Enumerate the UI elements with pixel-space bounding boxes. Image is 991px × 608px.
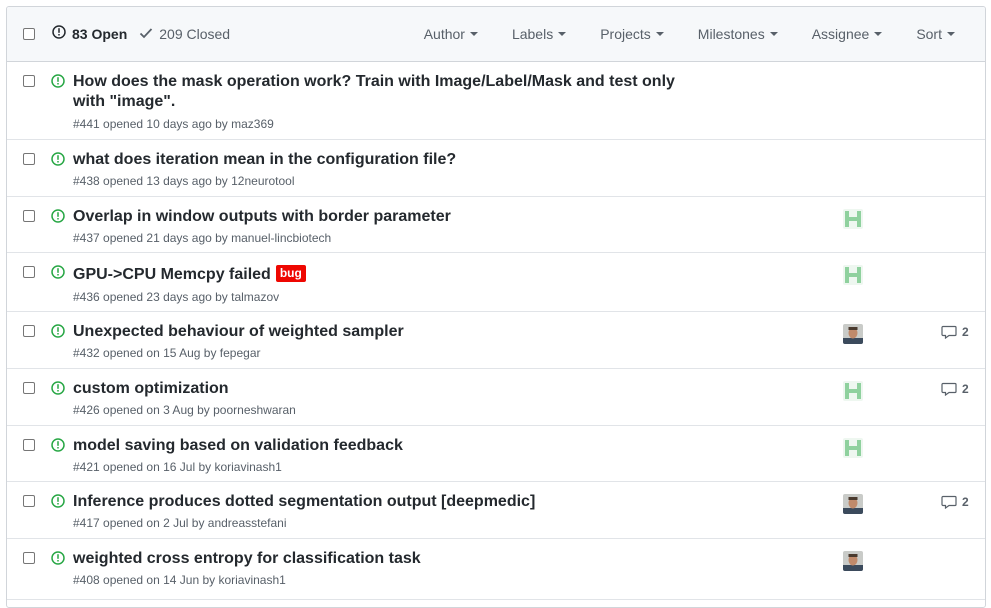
issue-meta: #421 opened on 16 Jul by koriavinash1: [73, 460, 282, 474]
issue-title-link[interactable]: GPU->CPU Memcpy failed bug: [73, 265, 693, 285]
assignee-avatar[interactable]: [843, 494, 863, 514]
assignee-avatar[interactable]: [843, 265, 863, 285]
issue-meta: #432 opened on 15 Aug by fepegar: [73, 346, 261, 360]
issue-opened-icon: [51, 209, 65, 228]
comments-link[interactable]: 2: [941, 382, 969, 396]
issues-list-header: 83 Open 209 Closed Author Labels Project…: [7, 7, 985, 62]
issue-row: weighted cross entropy for classificatio…: [7, 539, 985, 600]
comment-icon: [941, 325, 957, 339]
chevron-down-icon: [769, 32, 778, 37]
sort-filter[interactable]: Sort: [916, 25, 955, 43]
issue-opened-icon: [51, 152, 65, 171]
assignee-filter[interactable]: Assignee: [812, 25, 883, 43]
labels-filter-label: Labels: [511, 26, 554, 42]
state-toggle: 83 Open 209 Closed: [52, 25, 242, 43]
open-count: 83 Open: [72, 26, 128, 42]
issue-checkbox[interactable]: [23, 75, 35, 87]
chevron-down-icon: [469, 32, 478, 37]
projects-filter[interactable]: Projects: [600, 25, 664, 43]
issue-opened-icon: [51, 265, 65, 284]
issue-title-link[interactable]: model saving based on validation feedbac…: [73, 436, 693, 456]
issue-row: GPU->CPU Memcpy failed bug #436 opened 23…: [7, 253, 985, 312]
select-all-checkbox[interactable]: [23, 28, 35, 40]
issue-row: Inference produces dotted segmentation o…: [7, 482, 985, 539]
open-issues-link[interactable]: 83 Open: [52, 25, 127, 43]
chevron-down-icon: [558, 32, 567, 37]
issues-list: 83 Open 209 Closed Author Labels Project…: [6, 6, 986, 608]
comments-link[interactable]: 2: [941, 325, 969, 339]
issue-title-text: GPU->CPU Memcpy failed: [73, 266, 271, 283]
issue-checkbox[interactable]: [23, 266, 35, 278]
issue-title-link[interactable]: Inference produces dotted segmentation o…: [73, 492, 693, 512]
issue-opened-icon: [51, 438, 65, 457]
issue-checkbox[interactable]: [23, 210, 35, 222]
chevron-down-icon: [947, 32, 955, 37]
issue-opened-icon: [51, 324, 65, 343]
issue-meta: #408 opened on 14 Jun by koriavinash1: [73, 573, 286, 587]
issue-title-link[interactable]: Unexpected behaviour of weighted sampler: [73, 322, 693, 342]
issue-title-link[interactable]: weighted cross entropy for classificatio…: [73, 549, 693, 569]
issue-meta: #441 opened 10 days ago by maz369: [73, 117, 274, 131]
comment-count: 2: [962, 382, 969, 396]
assignee-filter-label: Assignee: [811, 26, 870, 42]
issue-meta: #436 opened 23 days ago by talmazov: [73, 290, 280, 304]
assignee-avatar[interactable]: [843, 381, 863, 401]
labels-filter[interactable]: Labels: [511, 25, 567, 43]
issue-title-link[interactable]: Overlap in window outputs with border pa…: [73, 207, 693, 227]
comments-link[interactable]: 2: [941, 495, 969, 509]
milestones-filter[interactable]: Milestones: [698, 25, 778, 43]
issue-meta: #438 opened 13 days ago by 12neurotool: [73, 174, 295, 188]
issue-title-link[interactable]: what does iteration mean in the configur…: [73, 150, 693, 170]
issue-opened-icon: [51, 494, 65, 513]
issue-checkbox[interactable]: [23, 382, 35, 394]
issue-opened-icon: [51, 381, 65, 400]
comment-count: 2: [962, 495, 969, 509]
comment-icon: [941, 495, 957, 509]
issue-checkbox[interactable]: [23, 552, 35, 564]
assignee-avatar[interactable]: [843, 209, 863, 229]
milestones-filter-label: Milestones: [697, 26, 765, 42]
assignee-avatar[interactable]: [843, 324, 863, 344]
issue-title-line1: How does the mask operation work? Train …: [73, 73, 675, 90]
comment-count: 2: [962, 325, 969, 339]
issue-row: custom optimization #426 opened on 3 Aug…: [7, 369, 985, 426]
issue-title-link[interactable]: custom optimization: [73, 379, 693, 399]
closed-count: 209 Closed: [159, 26, 231, 42]
projects-filter-label: Projects: [600, 26, 651, 42]
issue-row: what does iteration mean in the configur…: [7, 140, 985, 197]
issue-row: Overlap in window outputs with border pa…: [7, 197, 985, 253]
issue-title-link[interactable]: How does the mask operation work? Train …: [73, 72, 693, 112]
issue-opened-icon: [52, 25, 66, 43]
bug-label[interactable]: bug: [275, 265, 306, 282]
issue-opened-icon: [51, 74, 65, 93]
issue-checkbox[interactable]: [23, 439, 35, 451]
issue-checkbox[interactable]: [23, 325, 35, 337]
assignee-avatar[interactable]: [843, 551, 863, 571]
issue-row: How does the mask operation work? Train …: [7, 62, 985, 140]
issue-row: model saving based on validation feedbac…: [7, 426, 985, 482]
issue-checkbox[interactable]: [23, 153, 35, 165]
check-icon: [139, 25, 153, 43]
issue-meta: #426 opened on 3 Aug by poorneshwaran: [73, 403, 296, 417]
issue-row: Unexpected behaviour of weighted sampler…: [7, 312, 985, 369]
filter-bar: Author Labels Projects Milestones Assign…: [390, 25, 955, 43]
sort-filter-label: Sort: [916, 26, 942, 42]
issue-meta: #437 opened 21 days ago by manuel-lincbi…: [73, 231, 332, 245]
issue-checkbox[interactable]: [23, 495, 35, 507]
issue-title-line2: with "image".: [73, 93, 176, 110]
author-filter[interactable]: Author: [424, 25, 478, 43]
issue-meta: #417 opened on 2 Jul by andreasstefani: [73, 516, 287, 530]
comment-icon: [941, 382, 957, 396]
chevron-down-icon: [655, 32, 664, 37]
assignee-avatar[interactable]: [843, 438, 863, 458]
closed-issues-link[interactable]: 209 Closed: [139, 25, 230, 43]
author-filter-label: Author: [423, 26, 465, 42]
chevron-down-icon: [874, 32, 883, 37]
issue-opened-icon: [51, 551, 65, 570]
